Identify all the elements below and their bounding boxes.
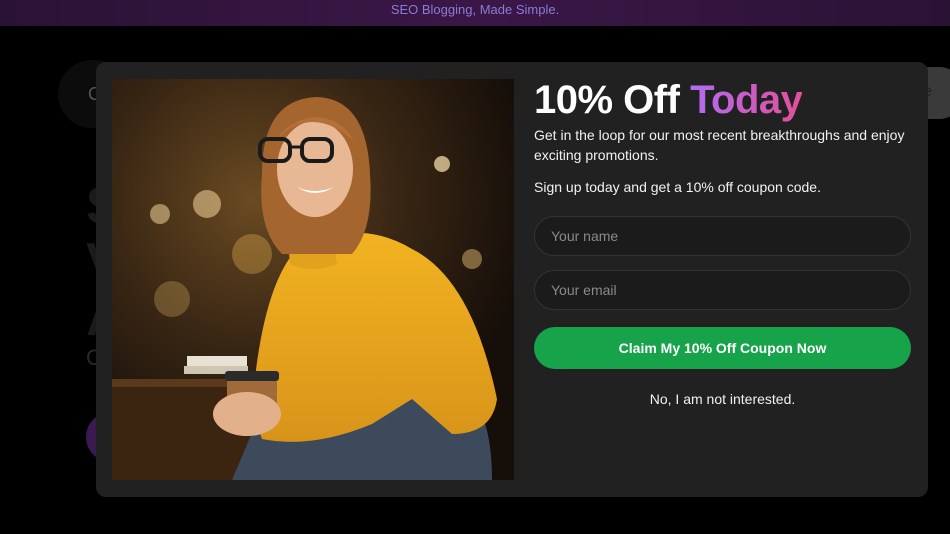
email-input[interactable] bbox=[534, 270, 911, 310]
woman-with-coffee-image bbox=[112, 79, 514, 480]
popup-title: 10% Off Today bbox=[534, 78, 912, 122]
banner-text: SEO Blogging, Made Simple. bbox=[390, 2, 560, 17]
name-input[interactable] bbox=[534, 216, 911, 256]
popup-description: Get in the loop for our most recent brea… bbox=[534, 127, 905, 163]
decline-link[interactable]: No, I am not interested. bbox=[534, 391, 911, 407]
popup-offer-text: Sign up today and get a 10% off coupon c… bbox=[534, 179, 821, 195]
coupon-popup: 10% Off Today Get in the loop for our mo… bbox=[96, 62, 928, 497]
top-banner: SEO Blogging, Made Simple. bbox=[0, 0, 950, 26]
popup-photo bbox=[112, 79, 514, 480]
title-plain: 10% Off bbox=[534, 78, 680, 122]
title-accent: Today bbox=[690, 78, 803, 122]
popup-content: 10% Off Today Get in the loop for our mo… bbox=[534, 78, 912, 407]
claim-coupon-button[interactable]: Claim My 10% Off Coupon Now bbox=[534, 327, 911, 369]
